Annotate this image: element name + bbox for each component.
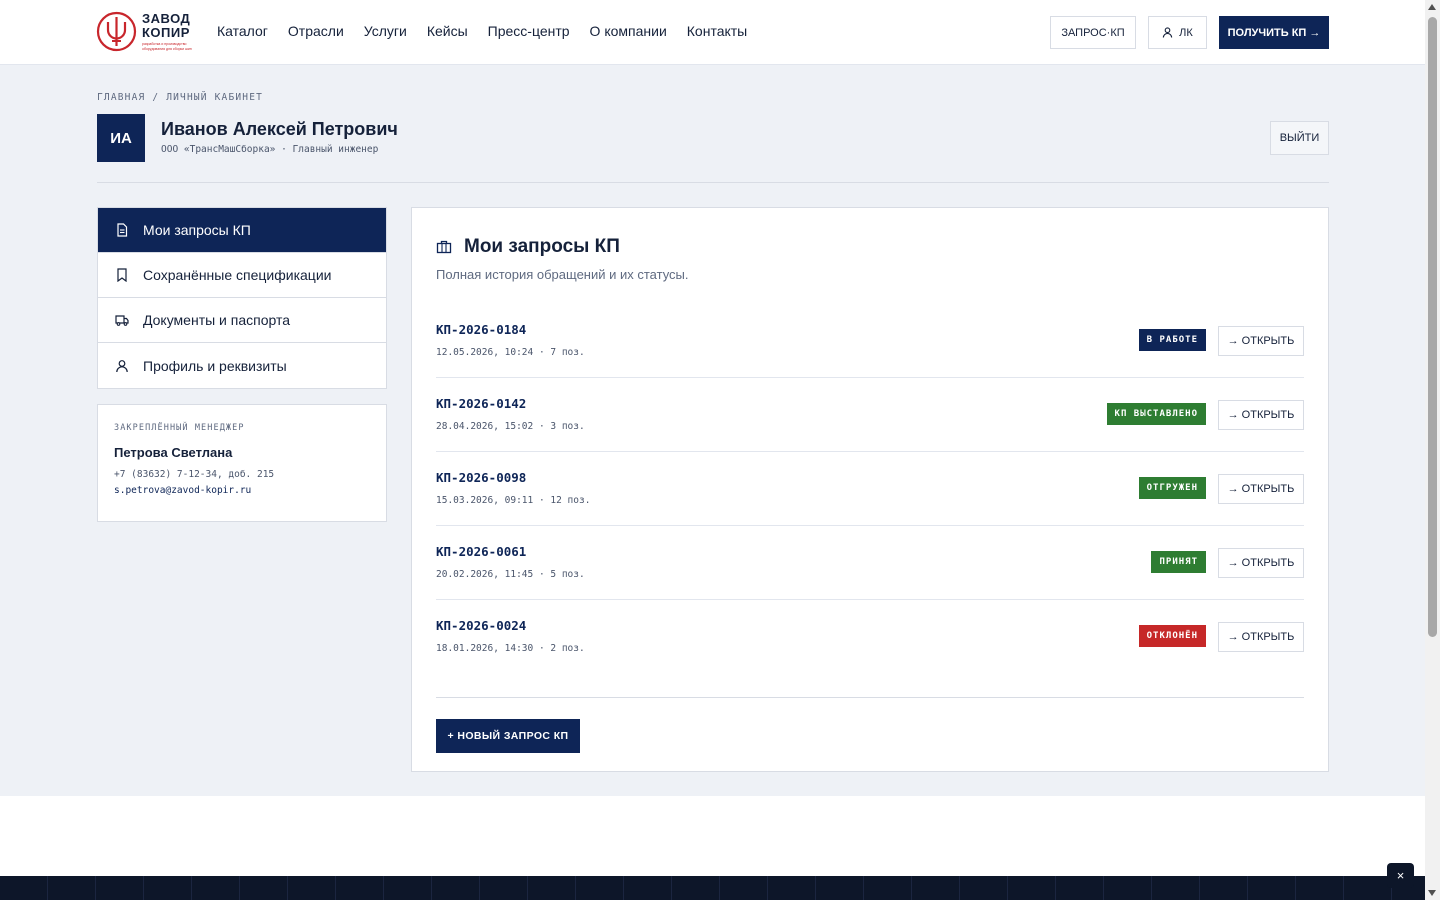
document-icon	[117, 223, 128, 237]
lk-label: ЛК	[1179, 26, 1193, 39]
request-meta: 20.02.2026, 11:45 · 5 поз.	[436, 569, 585, 580]
user-icon	[116, 359, 128, 372]
page-title-text: Мои запросы КП	[464, 236, 620, 257]
logo[interactable]: ЗАВОД КОПИР разработка и производство об…	[96, 11, 196, 52]
header-divider	[97, 182, 1329, 183]
open-label: → ОТКРЫТЬ	[1227, 631, 1295, 643]
manager-card: ЗАКРЕПЛЁННЫЙ МЕНЕДЖЕР Петрова Светлана +…	[97, 404, 387, 522]
logo-line2: КОПИР	[142, 25, 190, 41]
scroll-down-arrow-icon[interactable]	[1428, 890, 1436, 896]
get-kp-label: ПОЛУЧИТЬ КП →	[1227, 26, 1321, 39]
open-button[interactable]: → ОТКРЫТЬ	[1218, 548, 1304, 578]
main-area: ГЛАВНАЯ / ЛИЧНЫЙ КАБИНЕТ ИА Иванов Алекс…	[0, 65, 1425, 796]
open-label: → ОТКРЫТЬ	[1227, 483, 1295, 495]
manager-email[interactable]: s.petrova@zavod-kopir.ru	[114, 485, 370, 496]
sidebar-item-documents[interactable]: Документы и паспорта	[98, 298, 386, 343]
logout-button[interactable]: ВЫЙТИ	[1270, 121, 1329, 155]
sidebar-item-profile[interactable]: Профиль и реквизиты	[98, 343, 386, 388]
table-row: КП-2026-0184 12.05.2026, 10:24 · 7 поз. …	[436, 304, 1304, 378]
card-divider	[436, 697, 1304, 698]
close-icon: ×	[1396, 868, 1405, 883]
user-subtitle: ООО «ТрансМашСборка» · Главный инженер	[161, 144, 379, 155]
page-subtitle: Полная история обращений и их статусы.	[436, 267, 689, 282]
table-row: КП-2026-0142 28.04.2026, 15:02 · 3 поз. …	[436, 378, 1304, 452]
nav-cases[interactable]: Кейсы	[427, 23, 468, 39]
open-button[interactable]: → ОТКРЫТЬ	[1218, 400, 1304, 430]
status-badge: КП ВЫСТАВЛЕНО	[1106, 403, 1206, 425]
nav-contacts[interactable]: Контакты	[687, 23, 747, 39]
nav-services[interactable]: Услуги	[364, 23, 407, 39]
site-header: ЗАВОД КОПИР разработка и производство об…	[0, 0, 1425, 65]
truck-icon	[115, 315, 129, 326]
requests-list: КП-2026-0184 12.05.2026, 10:24 · 7 поз. …	[436, 304, 1304, 674]
sidebar-item-label: Профиль и реквизиты	[143, 357, 287, 374]
scroll-up-arrow-icon[interactable]	[1428, 4, 1436, 10]
logo-line1: ЗАВОД	[142, 11, 191, 27]
open-button[interactable]: → ОТКРЫТЬ	[1218, 622, 1304, 652]
manager-phone[interactable]: +7 (83632) 7-12-34, доб. 215	[114, 469, 370, 480]
sidebar-item-my-requests[interactable]: Мои запросы КП	[98, 208, 386, 253]
request-meta: 18.01.2026, 14:30 · 2 поз.	[436, 643, 585, 654]
logout-label: ВЫЙТИ	[1279, 132, 1320, 144]
request-meta: 15.03.2026, 09:11 · 12 поз.	[436, 495, 591, 506]
footer	[0, 876, 1425, 900]
scrollbar-thumb[interactable]	[1428, 17, 1437, 637]
manager-label: ЗАКРЕПЛЁННЫЙ МЕНЕДЖЕР	[114, 423, 245, 433]
nav-press-center[interactable]: Пресс-центр	[488, 23, 570, 39]
requests-card: Мои запросы КП Полная история обращений …	[411, 207, 1329, 772]
sidebar-item-saved-specs[interactable]: Сохранённые спецификации	[98, 253, 386, 298]
lk-button[interactable]: ЛК	[1148, 16, 1207, 49]
status-badge: ПРИНЯТ	[1151, 551, 1206, 573]
bookmark-icon	[117, 268, 127, 282]
request-kp-button[interactable]: ЗАПРОС·КП	[1050, 16, 1136, 49]
table-row: КП-2026-0098 15.03.2026, 09:11 · 12 поз.…	[436, 452, 1304, 526]
breadcrumb: ГЛАВНАЯ / ЛИЧНЫЙ КАБИНЕТ	[97, 92, 264, 103]
request-id[interactable]: КП-2026-0184	[436, 322, 526, 337]
open-label: → ОТКРЫТЬ	[1227, 409, 1295, 421]
status-badge: ОТКЛОНЁН	[1138, 625, 1206, 647]
logo-tagline: разработка и производство оборудования д…	[142, 42, 192, 51]
sidebar: Мои запросы КП Сохранённые спецификации …	[97, 207, 387, 389]
request-id[interactable]: КП-2026-0142	[436, 396, 526, 411]
sidebar-item-label: Документы и паспорта	[143, 312, 291, 328]
get-kp-button[interactable]: ПОЛУЧИТЬ КП →	[1219, 16, 1329, 49]
status-badge: ОТГРУЖЕН	[1138, 477, 1206, 499]
open-label: → ОТКРЫТЬ	[1227, 557, 1295, 569]
status-badge: В РАБОТЕ	[1138, 329, 1206, 351]
request-kp-label: ЗАПРОС·КП	[1061, 26, 1125, 39]
request-id[interactable]: КП-2026-0061	[436, 544, 526, 559]
scrollbar[interactable]	[1425, 0, 1440, 900]
sidebar-item-label: Сохранённые спецификации	[143, 267, 332, 283]
open-button[interactable]: → ОТКРЫТЬ	[1218, 326, 1304, 356]
nav-about[interactable]: О компании	[590, 23, 667, 39]
close-button[interactable]: ×	[1387, 863, 1414, 888]
briefcase-icon	[436, 240, 452, 254]
table-row: КП-2026-0024 18.01.2026, 14:30 · 2 поз. …	[436, 600, 1304, 674]
new-request-label: + НОВЫЙ ЗАПРОС КП	[447, 730, 569, 742]
open-button[interactable]: → ОТКРЫТЬ	[1218, 474, 1304, 504]
request-id[interactable]: КП-2026-0024	[436, 618, 526, 633]
avatar: ИА	[97, 114, 145, 162]
manager-name: Петрова Светлана	[114, 445, 233, 460]
request-meta: 28.04.2026, 15:02 · 3 поз.	[436, 421, 585, 432]
nav-industries[interactable]: Отрасли	[288, 23, 344, 39]
new-request-button[interactable]: + НОВЫЙ ЗАПРОС КП	[436, 719, 580, 753]
sidebar-item-label: Мои запросы КП	[143, 222, 251, 238]
table-row: КП-2026-0061 20.02.2026, 11:45 · 5 поз. …	[436, 526, 1304, 600]
user-name: Иванов Алексей Петрович	[161, 119, 398, 139]
user-icon	[1162, 27, 1173, 38]
page-title: Мои запросы КП	[436, 236, 620, 258]
nav-catalog[interactable]: Каталог	[217, 23, 268, 39]
request-id[interactable]: КП-2026-0098	[436, 470, 526, 485]
request-meta: 12.05.2026, 10:24 · 7 поз.	[436, 347, 585, 358]
logo-mark-icon	[96, 11, 137, 52]
main-nav: Каталог Отрасли Услуги Кейсы Пресс-центр…	[217, 23, 747, 39]
open-label: → ОТКРЫТЬ	[1227, 335, 1295, 347]
